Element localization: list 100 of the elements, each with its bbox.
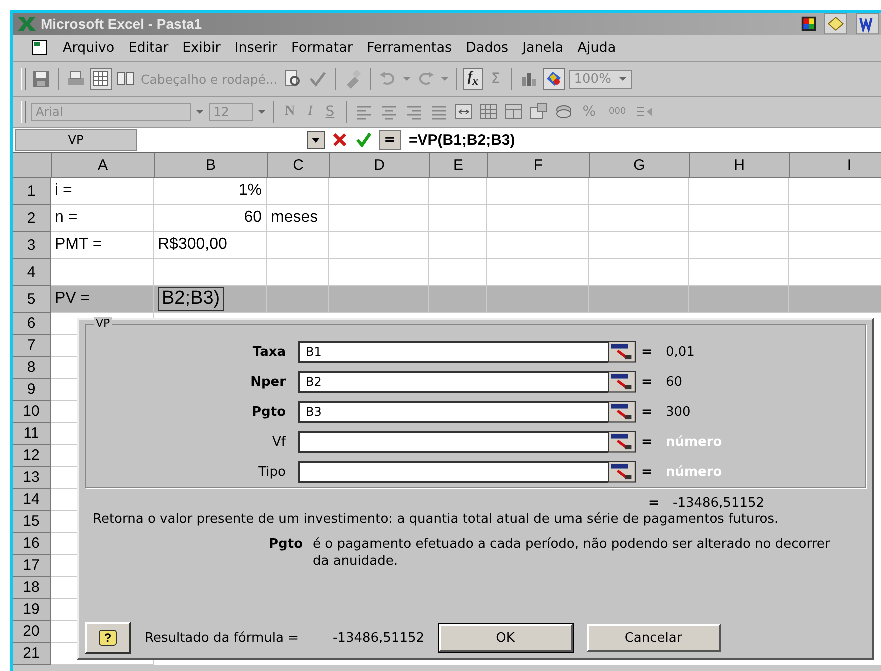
argument-label: Tipo bbox=[258, 464, 286, 480]
menu-item[interactable]: Exibir bbox=[182, 40, 221, 56]
equals-sign: = bbox=[640, 404, 654, 420]
row-header[interactable]: 15 bbox=[13, 511, 51, 533]
argument-field[interactable] bbox=[298, 431, 608, 453]
menu-item[interactable]: Inserir bbox=[234, 40, 278, 56]
group-title: VP bbox=[94, 317, 112, 330]
column-header[interactable]: H bbox=[690, 153, 790, 178]
app-icon[interactable] bbox=[801, 16, 817, 32]
select-all-button[interactable] bbox=[13, 153, 52, 178]
row-header[interactable]: 3 bbox=[13, 232, 51, 259]
menu-item[interactable]: Ferramentas bbox=[366, 40, 452, 56]
table-cell: n = bbox=[51, 205, 154, 232]
row-header[interactable]: 13 bbox=[13, 467, 51, 489]
collapse-dialog-icon[interactable] bbox=[608, 371, 636, 393]
column-header[interactable]: I bbox=[790, 153, 881, 178]
name-box[interactable]: VP bbox=[15, 129, 137, 151]
row-header[interactable]: 6 bbox=[13, 313, 51, 335]
argument-field[interactable]: B1 bbox=[298, 341, 608, 363]
argument-label: Vf bbox=[272, 434, 286, 450]
cancel-button[interactable]: Cancelar bbox=[586, 624, 721, 652]
function-description: Retorna o valor presente de um investimento: a quantia total atual de uma série de pagamentos futuros. bbox=[93, 511, 780, 528]
column-header[interactable]: E bbox=[430, 153, 488, 178]
argument-result: número bbox=[666, 464, 722, 480]
collapse-dialog-icon[interactable] bbox=[608, 431, 636, 453]
equals-sign: = bbox=[640, 464, 654, 480]
cell-editor[interactable]: B2;B3) bbox=[158, 287, 224, 311]
row-header[interactable]: 1 bbox=[13, 178, 51, 205]
argument-result: 0,01 bbox=[666, 344, 695, 360]
help-button[interactable]: ? bbox=[85, 622, 131, 654]
function-result: -13486,51152 bbox=[673, 496, 765, 511]
equals-sign: = bbox=[640, 434, 654, 450]
column-header[interactable]: D bbox=[330, 153, 430, 178]
column-header[interactable]: B bbox=[155, 153, 268, 178]
collapse-dialog-icon[interactable] bbox=[608, 401, 636, 423]
formula-result-label: Resultado da fórmula = bbox=[145, 630, 299, 646]
table-cell: PMT = bbox=[51, 232, 154, 259]
menu-item[interactable]: Ajuda bbox=[578, 40, 616, 56]
column-header[interactable]: C bbox=[268, 153, 330, 178]
workbook-icon[interactable] bbox=[31, 39, 49, 57]
table-cell bbox=[429, 178, 487, 205]
argument-result: 60 bbox=[666, 374, 683, 390]
equals-sign: = bbox=[640, 374, 654, 390]
menu-item[interactable]: Dados bbox=[466, 40, 509, 56]
column-header[interactable]: A bbox=[52, 153, 155, 178]
argument-field[interactable]: B2 bbox=[298, 371, 608, 393]
document-icon[interactable] bbox=[855, 13, 881, 35]
row-header[interactable]: 16 bbox=[13, 533, 51, 555]
table-cell bbox=[267, 178, 329, 205]
row-header[interactable]: 18 bbox=[13, 577, 51, 599]
row-header[interactable]: 9 bbox=[13, 379, 51, 401]
row-header[interactable]: 14 bbox=[13, 489, 51, 511]
table-cell: 60 bbox=[154, 205, 267, 232]
argument-name: Pgto bbox=[268, 536, 303, 554]
argument-label: Pgto bbox=[251, 404, 286, 420]
table-cell: i = bbox=[51, 178, 154, 205]
row-header[interactable]: 2 bbox=[13, 205, 51, 232]
menu-item[interactable]: Arquivo bbox=[63, 40, 115, 56]
table-cell: PV = bbox=[51, 286, 154, 313]
collapse-dialog-icon[interactable] bbox=[608, 461, 636, 483]
formula-input[interactable]: =VP(B1;B2;B3) bbox=[409, 132, 516, 148]
argument-description: é o pagamento efetuado a cada período, não podendo ser alterado no decorrer da anuidade. bbox=[313, 536, 832, 570]
row-header[interactable]: 12 bbox=[13, 445, 51, 467]
table-cell: 1% bbox=[154, 178, 267, 205]
edit-formula-button[interactable]: = bbox=[379, 130, 401, 150]
column-header[interactable]: F bbox=[488, 153, 590, 178]
menu-item[interactable]: Editar bbox=[128, 40, 169, 56]
argument-label: Taxa bbox=[252, 344, 286, 360]
menu-item[interactable]: Janela bbox=[522, 40, 564, 56]
ok-button[interactable]: OK bbox=[438, 624, 573, 652]
row-header[interactable]: 7 bbox=[13, 335, 51, 357]
table-cell bbox=[429, 286, 487, 313]
row-header[interactable]: 11 bbox=[13, 423, 51, 445]
argument-field[interactable]: B3 bbox=[298, 401, 608, 423]
argument-result: número bbox=[666, 434, 722, 450]
collapse-dialog-icon[interactable] bbox=[608, 341, 636, 363]
row-header[interactable]: 10 bbox=[13, 401, 51, 423]
excel-icon bbox=[17, 16, 37, 32]
equals-sign: = bbox=[640, 344, 654, 360]
formula-result-value: -13486,51152 bbox=[332, 630, 425, 646]
equals-sign: = bbox=[648, 496, 660, 511]
caret-icon bbox=[619, 76, 628, 82]
row-header[interactable]: 5 bbox=[13, 286, 51, 313]
row-header[interactable]: 21 bbox=[13, 643, 51, 665]
argument-result: 300 bbox=[666, 404, 691, 420]
argument-label: Nper bbox=[250, 374, 286, 390]
table-cell: meses bbox=[267, 205, 329, 232]
table-cell bbox=[429, 205, 487, 232]
column-header[interactable]: G bbox=[590, 153, 690, 178]
row-header[interactable]: 17 bbox=[13, 555, 51, 577]
check-icon[interactable] bbox=[355, 131, 373, 149]
argument-field[interactable] bbox=[298, 461, 608, 483]
menu-item[interactable]: Formatar bbox=[292, 40, 353, 56]
row-header[interactable]: 8 bbox=[13, 357, 51, 379]
row-header[interactable]: 20 bbox=[13, 621, 51, 643]
cancel-icon[interactable] bbox=[331, 131, 349, 149]
table-cell bbox=[429, 232, 487, 259]
row-header[interactable]: 4 bbox=[13, 259, 51, 286]
row-header[interactable]: 19 bbox=[13, 599, 51, 621]
table-cell bbox=[267, 232, 329, 259]
